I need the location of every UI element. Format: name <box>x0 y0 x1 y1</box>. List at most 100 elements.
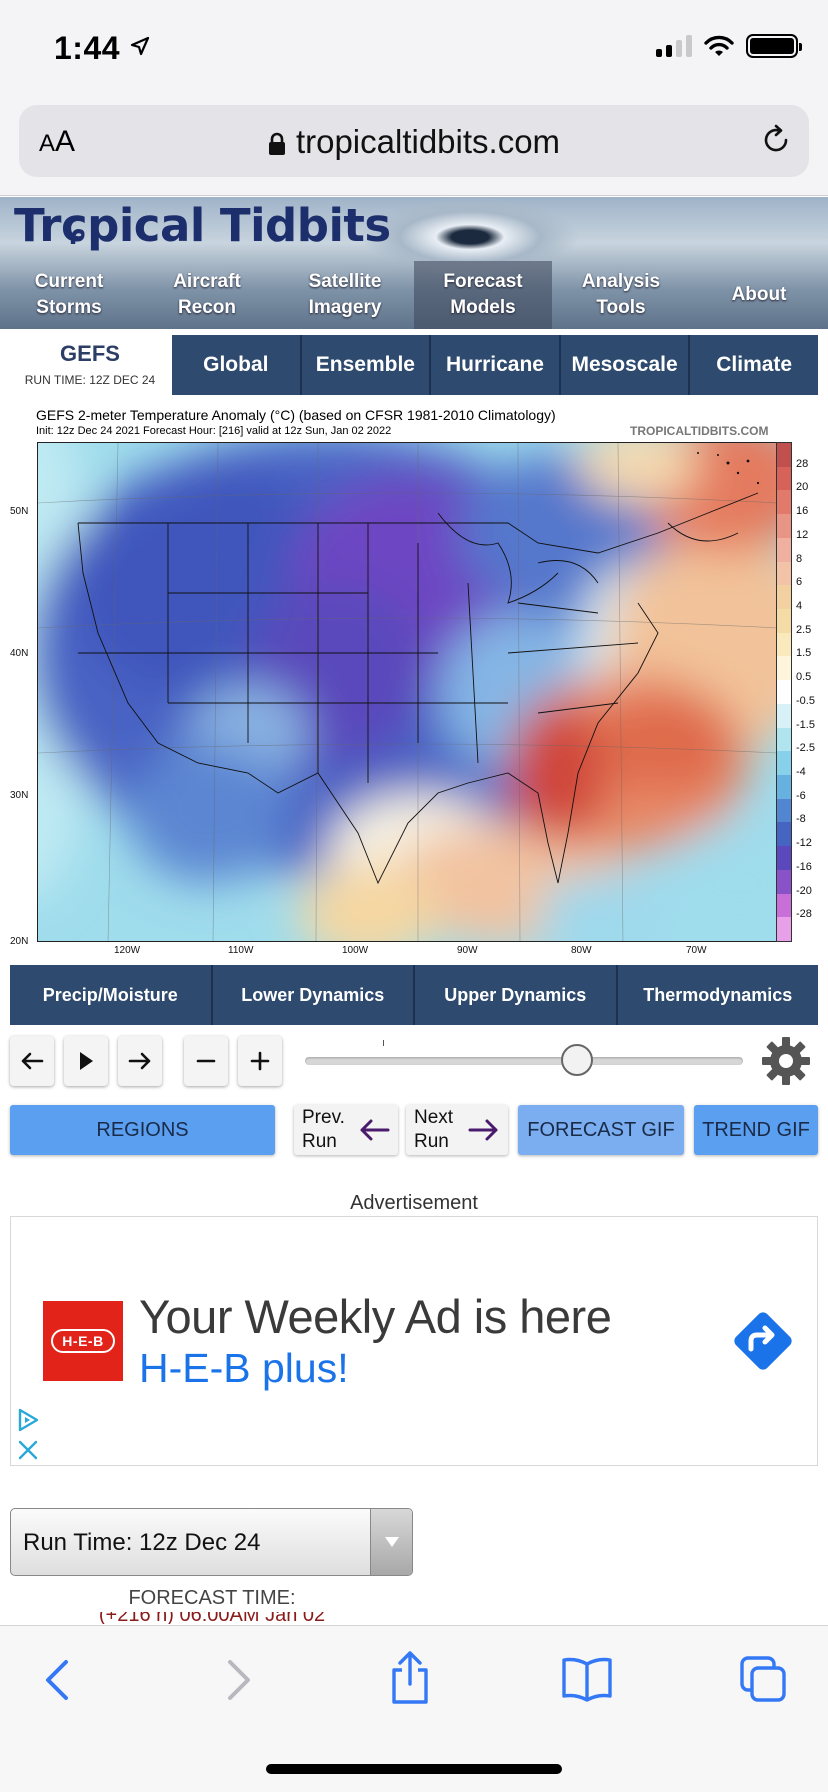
color-scale-swatch <box>777 537 791 563</box>
step-back-button[interactable] <box>10 1036 54 1086</box>
step-forward-button[interactable] <box>118 1036 162 1086</box>
lat-label: 20N <box>10 936 29 947</box>
slider-tick <box>383 1040 384 1046</box>
color-scale-label: -20 <box>796 884 812 897</box>
map-subtitle: Init: 12z Dec 24 2021 Forecast Hour: [21… <box>36 425 392 437</box>
slider-handle[interactable] <box>560 1044 593 1076</box>
trend-gif-button[interactable]: TREND GIF <box>694 1105 818 1155</box>
address-bar[interactable]: AA tropicaltidbits.com <box>19 105 809 177</box>
map-graphic <box>38 443 776 941</box>
forward-icon[interactable] <box>218 1656 258 1706</box>
next-run-button[interactable]: Next Run <box>406 1105 508 1155</box>
zoom-in-button[interactable] <box>238 1036 282 1086</box>
color-scale-label: 6 <box>796 576 803 589</box>
color-scale-swatch <box>777 846 791 871</box>
category-tab[interactable]: Lower Dynamics <box>213 965 415 1025</box>
site-nav-item[interactable]: Analysis Tools <box>552 261 690 329</box>
site-nav-item[interactable]: Aircraft Recon <box>138 261 276 329</box>
model-tab[interactable]: Mesoscale <box>561 335 691 395</box>
category-tab[interactable]: Upper Dynamics <box>415 965 618 1025</box>
lon-label: 110W <box>228 945 254 956</box>
color-scale-label: 0.5 <box>796 671 812 684</box>
color-scale-swatch <box>777 466 791 491</box>
category-tab[interactable]: Precip/Moisture <box>10 965 213 1025</box>
model-tab[interactable]: Hurricane <box>431 335 561 395</box>
forecast-time-value: (+216 h) 06:00AM Jan 02 <box>98 1612 326 1624</box>
color-scale-swatch <box>777 798 791 823</box>
url-text: tropicaltidbits.com <box>295 123 561 160</box>
site-nav-item[interactable]: Satellite Imagery <box>276 261 414 329</box>
color-scale-label: 1.5 <box>796 647 812 660</box>
battery-icon <box>746 34 802 58</box>
site-logo[interactable]: Trɕpical Tidbits <box>14 199 391 252</box>
forecast-hour-slider[interactable] <box>305 1057 743 1065</box>
color-scale-swatch <box>777 917 791 942</box>
color-scale-label: 16 <box>796 505 809 518</box>
cellular-signal-icon <box>656 35 692 57</box>
zoom-out-button[interactable] <box>184 1036 228 1086</box>
color-scale-label: -12 <box>796 837 812 850</box>
play-button[interactable] <box>64 1036 108 1086</box>
back-icon[interactable] <box>40 1656 80 1706</box>
model-name: GEFS <box>60 341 120 366</box>
lon-label: 70W <box>686 945 707 956</box>
run-time-select-value: Run Time: 12z Dec 24 <box>23 1529 261 1556</box>
ad-choices-icon[interactable] <box>15 1407 41 1433</box>
lon-label: 120W <box>114 945 141 956</box>
model-run-time: RUN TIME: 12Z DEC 24 <box>24 373 156 387</box>
ad-subline: H-E-B plus! <box>139 1345 349 1391</box>
category-tab[interactable]: Thermodynamics <box>618 965 819 1025</box>
close-icon[interactable] <box>17 1439 39 1461</box>
arrow-left-icon <box>21 1052 44 1070</box>
model-tabs: Global Ensemble Hurricane Mesoscale Climate <box>172 335 818 395</box>
site-nav-item[interactable]: About <box>690 261 828 329</box>
prev-run-button[interactable]: Prev. Run <box>294 1105 398 1155</box>
location-arrow-icon <box>130 36 150 56</box>
directions-arrow-icon[interactable] <box>727 1305 799 1377</box>
advertisement[interactable]: H-E-B Your Weekly Ad is here H-E-B plus! <box>10 1216 818 1466</box>
wifi-icon <box>704 35 734 56</box>
model-tab[interactable]: Global <box>172 335 302 395</box>
bookmarks-icon[interactable] <box>560 1656 614 1702</box>
color-scale-swatch <box>777 656 791 681</box>
model-tab[interactable]: Ensemble <box>302 335 432 395</box>
color-scale-swatch <box>777 680 791 705</box>
regions-button[interactable]: REGIONS <box>10 1105 275 1155</box>
color-scale-label: 8 <box>796 552 803 565</box>
status-time: 1:44 <box>54 30 121 66</box>
url-display[interactable]: tropicaltidbits.com <box>19 123 809 161</box>
ad-headline: Your Weekly Ad is here <box>139 1290 612 1343</box>
arrow-left-icon <box>360 1119 390 1141</box>
share-icon[interactable] <box>388 1650 432 1706</box>
color-scale-label: 28 <box>796 457 809 470</box>
forecast-gif-button[interactable]: FORECAST GIF <box>518 1105 684 1155</box>
arrow-right-icon <box>128 1052 151 1070</box>
run-time-select[interactable]: Run Time: 12z Dec 24 <box>10 1508 413 1576</box>
hurricane-symbol-icon: ɕ <box>60 199 88 252</box>
temperature-anomaly-map[interactable] <box>37 442 777 942</box>
reload-icon[interactable] <box>759 123 793 157</box>
tabs-icon[interactable] <box>738 1654 788 1704</box>
gear-icon[interactable] <box>760 1035 812 1087</box>
color-scale-swatch <box>777 751 791 776</box>
color-scale-label: -4 <box>796 766 806 778</box>
site-nav-item[interactable]: Current Storms <box>0 261 138 329</box>
color-scale-swatch <box>777 869 791 895</box>
color-scale-swatch <box>777 822 791 847</box>
color-scale-swatch <box>777 775 791 800</box>
color-scale-swatch <box>777 443 791 468</box>
minus-icon <box>196 1059 216 1063</box>
color-scale-swatch <box>777 703 791 729</box>
color-scale-label: -16 <box>796 860 812 873</box>
plus-icon <box>250 1051 270 1071</box>
home-indicator <box>266 1764 562 1774</box>
model-tab[interactable]: Climate <box>690 335 818 395</box>
color-scale-label: -1.5 <box>796 718 815 731</box>
dropdown-arrow[interactable] <box>370 1509 412 1575</box>
site-nav-item[interactable]: Forecast Models <box>414 261 552 329</box>
browser-address-area: AA tropicaltidbits.com <box>0 92 828 196</box>
map-watermark: TROPICALTIDBITS.COM <box>630 424 769 438</box>
site-header: Trɕpical Tidbits Current Storms Aircraft … <box>0 197 828 329</box>
color-scale-label: 4 <box>796 600 803 612</box>
lon-label: 90W <box>457 945 478 956</box>
